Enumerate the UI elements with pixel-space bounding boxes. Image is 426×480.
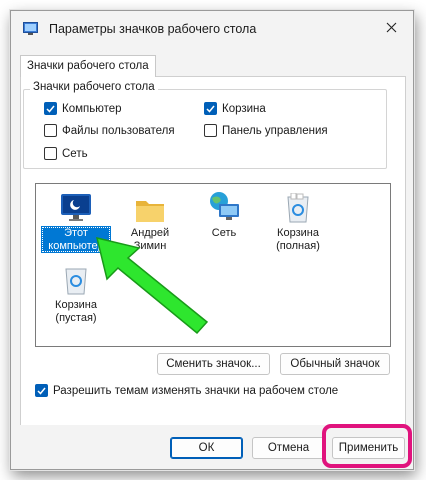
screenshot-stage: Параметры значков рабочего стола Значки … <box>0 0 426 480</box>
icon-label: Сеть <box>211 227 237 239</box>
group-legend: Значки рабочего стола <box>30 81 158 93</box>
network-icon <box>210 192 239 220</box>
checkbox-box[interactable] <box>204 124 217 137</box>
cancel-button[interactable]: Отмена <box>252 437 325 459</box>
icon-label: Андрей Зимин <box>130 227 170 252</box>
icon-item-recycle-full[interactable]: Корзина (полная) <box>263 189 333 253</box>
apply-button[interactable]: Применить <box>332 437 405 459</box>
icon-image <box>115 189 185 223</box>
checkbox-box[interactable] <box>204 102 217 115</box>
icon-image <box>41 261 111 295</box>
checkbox-computer[interactable]: Компьютер <box>44 102 122 115</box>
close-icon <box>386 22 396 32</box>
close-button[interactable] <box>369 11 413 43</box>
icon-item-recycle-empty[interactable]: Корзина (пустая) <box>41 261 111 325</box>
checkbox-user-files[interactable]: Файлы пользователя <box>44 124 175 137</box>
checkbox-network[interactable]: Сеть <box>44 147 88 160</box>
checkbox-label: Панель управления <box>222 124 328 137</box>
checkbox-recycle-bin[interactable]: Корзина <box>204 102 266 115</box>
checkmark-icon <box>206 105 215 113</box>
recycle-bin-empty-icon <box>65 268 87 295</box>
recycle-bin-full-icon <box>287 193 309 223</box>
monitor-icon <box>61 194 91 221</box>
icon-label: Корзина (пустая) <box>55 299 97 324</box>
checkmark-icon <box>37 387 46 395</box>
checkmark-icon <box>46 105 55 113</box>
checkbox-allow-themes[interactable]: Разрешить темам изменять значки на рабоч… <box>35 384 338 397</box>
default-icon-button[interactable]: Обычный значок <box>280 353 390 375</box>
checkbox-control-panel[interactable]: Панель управления <box>204 124 328 137</box>
icon-label: Корзина (полная) <box>276 227 320 252</box>
window-title: Параметры значков рабочего стола <box>49 22 257 36</box>
checkbox-box[interactable] <box>44 102 57 115</box>
folder-icon <box>136 201 164 222</box>
icon-label: Этот компьютер <box>41 226 111 253</box>
checkbox-label: Файлы пользователя <box>62 124 175 137</box>
tab-desktop-icons[interactable]: Значки рабочего стола <box>20 55 156 77</box>
icon-image <box>189 189 259 223</box>
checkbox-label: Компьютер <box>62 102 122 115</box>
checkbox-box[interactable] <box>44 124 57 137</box>
icon-image <box>41 189 111 223</box>
icon-list-view[interactable]: Этот компьютер Андрей Зимин Сеть Корзина… <box>35 183 391 347</box>
change-icon-button[interactable]: Сменить значок... <box>157 353 270 375</box>
checkbox-box[interactable] <box>35 384 48 397</box>
icon-image <box>263 189 333 223</box>
icon-item-network[interactable]: Сеть <box>189 189 259 241</box>
icon-item-user-folder[interactable]: Андрей Зимин <box>115 189 185 253</box>
checkbox-label: Сеть <box>62 147 88 160</box>
title-bar: Параметры значков рабочего стола <box>11 11 413 47</box>
ok-button[interactable]: ОК <box>170 437 243 459</box>
checkbox-label: Корзина <box>222 102 266 115</box>
checkbox-label: Разрешить темам изменять значки на рабоч… <box>53 384 339 397</box>
icon-item-this-pc[interactable]: Этот компьютер <box>41 189 111 253</box>
settings-window-icon <box>23 22 38 36</box>
checkbox-box[interactable] <box>44 147 57 160</box>
